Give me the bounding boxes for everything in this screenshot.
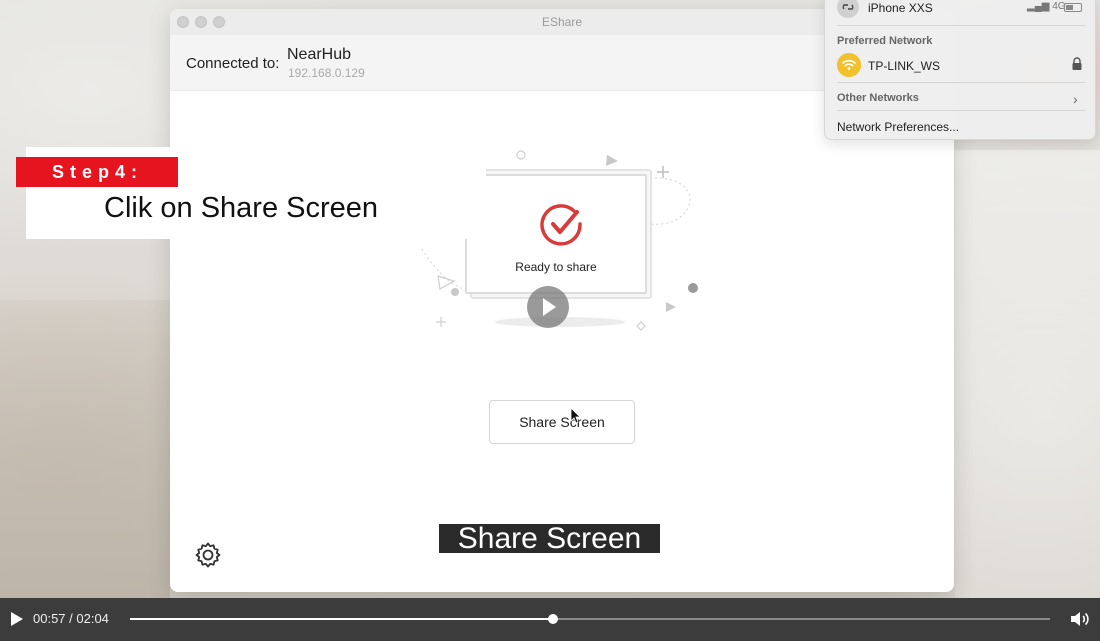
video-play-icon[interactable] xyxy=(527,286,569,328)
background-shade xyxy=(955,150,1100,598)
background-shade xyxy=(0,300,170,598)
volume-icon[interactable] xyxy=(1070,610,1092,628)
gear-icon[interactable] xyxy=(194,541,222,569)
signal-strength: ▂▄▆ 4G xyxy=(1027,1,1066,12)
status-text: Ready to share xyxy=(515,260,597,274)
check-circle-icon xyxy=(540,204,582,246)
progress-knob[interactable] xyxy=(548,614,559,624)
hotspot-link-icon xyxy=(837,0,859,18)
connected-label: Connected to: xyxy=(186,55,280,72)
mouse-cursor-icon xyxy=(571,408,581,424)
chevron-right-icon[interactable]: › xyxy=(1073,91,1078,107)
step-label: Step4: xyxy=(16,157,178,187)
wifi-icon xyxy=(837,53,861,77)
preferred-network-item[interactable]: TP-LINK_WS xyxy=(868,59,940,73)
wifi-menu: iPhone XXS ▂▄▆ 4G Preferred Network TP-L… xyxy=(824,0,1096,140)
share-screen-button[interactable]: Share Screen xyxy=(489,400,635,444)
playback-time: 00:57 / 02:04 xyxy=(33,611,109,626)
step-instruction: Clik on Share Screen xyxy=(104,192,379,224)
battery-icon xyxy=(1064,3,1082,12)
video-controls: 00:57 / 02:04 xyxy=(0,598,1100,641)
divider xyxy=(837,110,1085,111)
other-networks-item[interactable]: Other Networks xyxy=(837,92,919,104)
hotspot-name[interactable]: iPhone XXS xyxy=(868,1,933,15)
device-name: NearHub xyxy=(287,46,352,63)
preferred-network-heading: Preferred Network xyxy=(837,35,933,47)
divider xyxy=(837,25,1085,26)
progress-fill xyxy=(130,618,554,620)
lock-icon xyxy=(1072,57,1082,70)
progress-bar[interactable] xyxy=(130,614,1050,624)
divider xyxy=(837,82,1085,83)
play-icon[interactable] xyxy=(10,611,24,627)
network-preferences-item[interactable]: Network Preferences... xyxy=(837,120,959,134)
device-ip: 192.168.0.129 xyxy=(288,66,365,80)
video-caption: Share Screen xyxy=(439,524,660,554)
